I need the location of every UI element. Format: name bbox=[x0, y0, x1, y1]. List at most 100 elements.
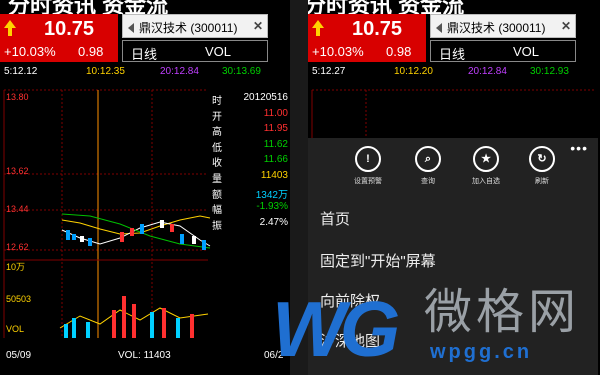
top-title-text: 分时资讯 资金流 bbox=[308, 0, 465, 14]
volume-bar bbox=[150, 312, 154, 338]
info-row-low: 低 11.62 bbox=[212, 138, 288, 154]
ma20-value: 20:12.84 bbox=[160, 66, 199, 77]
ma30-value: 30:12.93 bbox=[530, 66, 569, 77]
indicator-button[interactable]: VOL bbox=[205, 44, 231, 59]
volume-bar bbox=[112, 310, 116, 338]
current-price: 10.75 bbox=[352, 18, 403, 40]
search-icon: ⌕ bbox=[415, 146, 441, 172]
star-icon: ★ bbox=[473, 146, 499, 172]
ma5-line bbox=[61, 221, 211, 247]
current-price: 10.75 bbox=[44, 18, 95, 40]
up-arrow-stem bbox=[8, 28, 12, 36]
refresh-label: 刷新 bbox=[535, 178, 549, 185]
price-panel: 10.75 +10.03% 0.98 bbox=[0, 14, 118, 62]
candle bbox=[140, 224, 144, 234]
ma-legend: 5:12.27 10:12.20 20:12.84 30:12.93 bbox=[308, 66, 598, 80]
info-row-time: 时 20120516 bbox=[212, 92, 288, 107]
volume-bar bbox=[190, 314, 194, 338]
up-arrow-stem bbox=[316, 28, 320, 36]
menu-item-pin-to-start[interactable]: 固定到"开始"屏幕 bbox=[320, 250, 436, 271]
volume-bar bbox=[132, 304, 136, 338]
stock-selector[interactable]: 鼎汉技术 (300011) ✕ bbox=[122, 14, 268, 38]
triangle-left-icon bbox=[436, 23, 442, 33]
add-favorite-label: 加入自选 bbox=[472, 178, 500, 185]
info-row-amplitude: 振 2.47% bbox=[212, 216, 288, 232]
candles bbox=[66, 220, 206, 250]
close-icon[interactable]: ✕ bbox=[561, 19, 571, 33]
top-title-text: 分时资讯 资金流 bbox=[8, 0, 169, 14]
info-row-close: 收 11.66 bbox=[212, 154, 288, 170]
alert-button[interactable]: ! 设置预警 bbox=[338, 146, 398, 186]
ma10-value: 10:12.20 bbox=[394, 66, 433, 77]
left-phone-screen: 分时资讯 资金流 10.75 +10.03% 0.98 鼎汉技术 (300011… bbox=[0, 0, 290, 375]
search-button[interactable]: ⌕ 查询 bbox=[398, 146, 458, 186]
period-button[interactable]: 日线 bbox=[439, 44, 465, 63]
site-watermark: WG 微格网 wpgg.cn bbox=[272, 283, 600, 375]
volume-tick: 50503 bbox=[6, 294, 31, 304]
refresh-icon: ↻ bbox=[529, 146, 555, 172]
alert-label: 设置预警 bbox=[354, 178, 382, 185]
price-tick: 12.62 bbox=[6, 242, 29, 252]
up-arrow-icon bbox=[312, 20, 324, 28]
more-options-icon[interactable]: ••• bbox=[570, 140, 588, 156]
volume-bar bbox=[162, 308, 166, 338]
candle bbox=[180, 234, 184, 244]
candle bbox=[88, 238, 92, 246]
candle bbox=[130, 228, 134, 236]
ma10-value: 10:12.35 bbox=[86, 66, 125, 77]
stock-name: 鼎汉技术 (300011) bbox=[139, 21, 238, 35]
volume-tick: VOL bbox=[6, 324, 24, 334]
up-arrow-icon bbox=[4, 20, 16, 28]
info-row-high: 高 11.95 bbox=[212, 123, 288, 139]
alert-icon: ! bbox=[355, 146, 381, 172]
price-tick: 13.80 bbox=[6, 92, 29, 102]
info-row-change: 幅 -1.93% bbox=[212, 201, 288, 217]
candlestick-chart-partial[interactable] bbox=[308, 88, 598, 138]
volume-readout: VOL: 11403 bbox=[118, 350, 171, 361]
ma5-value: 5:12.27 bbox=[312, 66, 346, 77]
ma-legend: 5:12.12 10:12.35 20:12.84 30:13.69 bbox=[0, 66, 290, 80]
date-start: 05/09 bbox=[6, 350, 31, 361]
price-tick: 13.62 bbox=[6, 166, 29, 176]
candle bbox=[170, 224, 174, 232]
top-title-fragment: 分时资讯 资金流 bbox=[308, 0, 598, 14]
stock-name: 鼎汉技术 (300011) bbox=[447, 21, 546, 35]
ma20-value: 20:12.84 bbox=[468, 66, 507, 77]
triangle-left-icon bbox=[128, 23, 134, 33]
change-amount: 0.98 bbox=[386, 44, 412, 59]
volume-bar bbox=[64, 324, 68, 338]
info-row-volume: 量 11403 bbox=[212, 169, 288, 185]
price-panel: 10.75 +10.03% 0.98 bbox=[308, 14, 426, 62]
bar-info-panel: 时 20120516 开 11.00 高 11.95 低 11.62 收 11.66 量1… bbox=[210, 92, 290, 232]
candle bbox=[120, 232, 124, 242]
stock-selector[interactable]: 鼎汉技术 (300011) ✕ bbox=[430, 14, 576, 38]
ma30-value: 30:13.69 bbox=[222, 66, 261, 77]
change-amount: 0.98 bbox=[78, 44, 104, 59]
change-percent: +10.03% bbox=[312, 44, 364, 59]
candle bbox=[80, 236, 84, 242]
watermark-site-name: 微格网 bbox=[424, 286, 581, 339]
volume-bar bbox=[72, 318, 76, 338]
candle bbox=[202, 240, 206, 250]
watermark-url: wpgg.cn bbox=[430, 341, 533, 363]
volume-bar bbox=[176, 318, 180, 338]
close-icon[interactable]: ✕ bbox=[253, 19, 263, 33]
volume-bar bbox=[122, 296, 126, 338]
info-row-amount: 额 1342万 bbox=[212, 189, 288, 201]
menu-item-home[interactable]: 首页 bbox=[320, 208, 350, 229]
volume-bar bbox=[86, 322, 90, 338]
candle bbox=[66, 230, 70, 240]
watermark-logo: WG bbox=[272, 285, 400, 373]
candle bbox=[72, 234, 76, 240]
ma5-value: 5:12.12 bbox=[4, 66, 38, 77]
add-favorite-button[interactable]: ★ 加入自选 bbox=[456, 146, 516, 186]
indicator-button[interactable]: VOL bbox=[513, 44, 539, 59]
info-row-open: 开 11.00 bbox=[212, 107, 288, 123]
period-button[interactable]: 日线 bbox=[131, 44, 157, 63]
refresh-button[interactable]: ↻ 刷新 bbox=[512, 146, 572, 186]
volume-tick: 10万 bbox=[6, 262, 25, 272]
period-indicator-bar: 日线 VOL bbox=[122, 40, 268, 62]
search-label: 查询 bbox=[421, 178, 435, 185]
candle bbox=[192, 236, 196, 244]
candle bbox=[160, 220, 164, 228]
